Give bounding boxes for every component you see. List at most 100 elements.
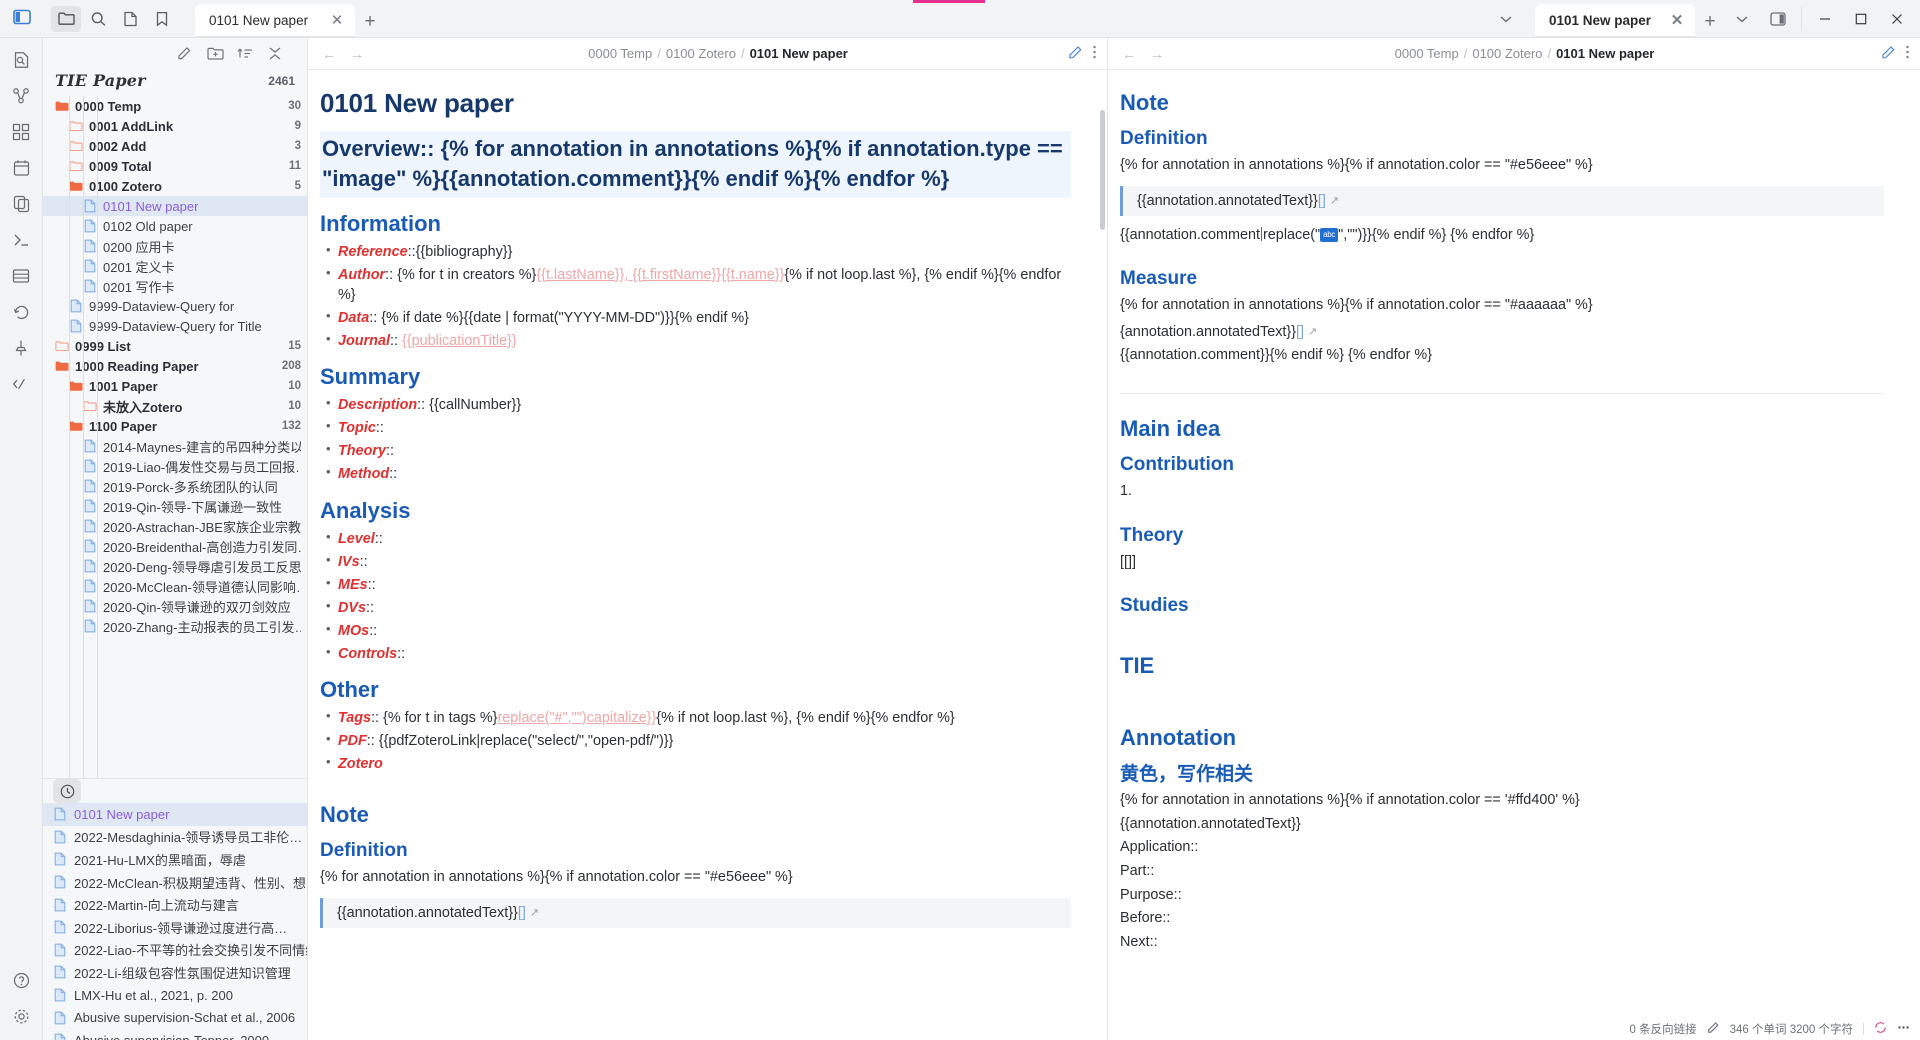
section-list-item[interactable]: Zotero (320, 753, 1071, 774)
section-list-item[interactable]: IVs:: (320, 551, 1071, 572)
section-list-item[interactable]: Level:: (320, 528, 1071, 549)
back-button[interactable]: ← (318, 43, 340, 65)
section-list-item[interactable]: MOs:: (320, 620, 1071, 641)
section-list-item[interactable]: Method:: (320, 463, 1071, 484)
minimize-button[interactable] (1808, 4, 1842, 34)
forward-button[interactable]: → (346, 43, 368, 65)
breadcrumb-part-0[interactable]: 0000 Temp (1395, 46, 1459, 61)
external-link-icon[interactable]: ↗ (530, 907, 539, 919)
file-icon-button[interactable] (115, 6, 145, 32)
more-options-icon[interactable] (1905, 44, 1910, 63)
new-folder-icon[interactable] (205, 43, 225, 63)
recent-list-item[interactable]: 2022-McClean-积极期望违背、性别、想… (43, 871, 307, 894)
more-options-icon[interactable] (1092, 44, 1097, 63)
section-list-item[interactable]: Theory:: (320, 440, 1071, 461)
section-list-item[interactable]: Journal:: {{publicationTitle}} (320, 330, 1071, 351)
folder-open-icon (69, 419, 83, 433)
quick-switcher-icon[interactable] (5, 44, 37, 76)
terminal-icon[interactable] (5, 224, 37, 256)
maximize-button[interactable] (1844, 4, 1878, 34)
new-tab-button[interactable]: + (355, 7, 385, 37)
pin-icon[interactable] (5, 332, 37, 364)
section-list-item[interactable]: Controls:: (320, 643, 1071, 664)
recent-list-item[interactable]: 2022-Liao-不平等的社会交换引发不同情绪 (43, 939, 307, 962)
pencil-icon[interactable] (1707, 1021, 1720, 1037)
forward-button[interactable]: → (1146, 43, 1168, 65)
recent-list-item[interactable]: 2021-Hu-LMX的黑暗面，辱虐 (43, 848, 307, 871)
tree-item-label: 0201 定义卡 (103, 259, 175, 275)
close-icon[interactable]: ✕ (1669, 13, 1685, 28)
close-icon[interactable]: ✕ (329, 13, 345, 28)
history-icon[interactable] (5, 296, 37, 328)
section-list-item[interactable]: Reference::{{bibliography}} (320, 241, 1071, 262)
sort-icon[interactable] (235, 43, 255, 63)
recent-list-item[interactable]: LMX-Hu et al., 2021, p. 200 (43, 984, 307, 1007)
copy-icon[interactable] (5, 188, 37, 220)
help-icon[interactable] (5, 964, 37, 996)
edit-icon[interactable] (1881, 44, 1897, 63)
section-list-item[interactable]: DVs:: (320, 597, 1071, 618)
recent-list-item[interactable]: 2022-Mesdaghinia-领导诱导员工非伦… (43, 826, 307, 849)
sidebar-toggle-button[interactable] (0, 0, 43, 37)
center-document[interactable]: 0101 New paper Overview:: {% for annotat… (308, 70, 1107, 1040)
sync-icon[interactable] (1874, 1021, 1887, 1037)
recent-item-label: 2022-Liborius-领导谦逊过度进行高… (74, 920, 288, 936)
folder-open-icon (69, 379, 83, 393)
folder-icon (57, 11, 75, 26)
code-percent-icon[interactable] (5, 368, 37, 400)
new-tab-button[interactable]: + (1695, 7, 1725, 37)
section-list-item[interactable]: Data:: {% if date %}{{date | format("YYY… (320, 307, 1071, 328)
section-list-item[interactable]: MEs:: (320, 574, 1071, 595)
tree-item-count: 5 (294, 180, 301, 192)
folder-icon-button[interactable] (51, 5, 81, 32)
right-document[interactable]: Note Definition {% for annotation in ann… (1108, 70, 1920, 1040)
split-right-icon[interactable] (1761, 4, 1795, 34)
breadcrumb-part-1[interactable]: 0100 Zotero (666, 46, 736, 61)
recent-list-item[interactable]: Abusive supervision-Schat et al., 2006 (43, 1006, 307, 1029)
clock-icon[interactable] (53, 779, 81, 803)
close-button[interactable] (1880, 4, 1914, 34)
template-link[interactable]: replace("#","")capitalize}} (497, 710, 656, 726)
field-key: MEs (338, 576, 368, 593)
backlinks-count[interactable]: 0 条反向链接 (1630, 1021, 1697, 1037)
table-icon[interactable] (5, 260, 37, 292)
canvas-icon[interactable] (5, 116, 37, 148)
calendar-icon[interactable] (5, 152, 37, 184)
chevron-down-icon[interactable] (1489, 4, 1523, 34)
ellipsis-icon[interactable] (1897, 1021, 1910, 1037)
recent-list-item[interactable]: Abusive supervision-Tepper, 2000 (43, 1029, 307, 1040)
contribution-heading: Contribution (1120, 454, 1234, 476)
breadcrumb-part-1[interactable]: 0100 Zotero (1472, 46, 1542, 61)
chevron-down-icon[interactable] (1725, 4, 1759, 34)
tab-right-0101-new-paper[interactable]: 0101 New paper ✕ (1535, 4, 1695, 37)
vault-header[interactable]: TIE Paper 2461 (43, 68, 307, 96)
top-toolbar-icons (43, 0, 185, 37)
external-link-icon[interactable]: ↗ (1330, 195, 1339, 207)
section-list-item[interactable]: Description:: {{callNumber}} (320, 394, 1071, 415)
recent-list-item[interactable]: 2022-Martin-向上流动与建言 (43, 893, 307, 916)
template-link[interactable]: {{t.lastName}}, {{t.firstName}}{{t.name}… (536, 267, 784, 283)
section-list-item[interactable]: Topic:: (320, 417, 1071, 438)
studies-heading: Studies (1120, 595, 1189, 617)
app-body: TIE Paper 2461 0000 Temp 30 0001 AddLink 9 0… (0, 38, 1920, 1040)
center-scrollbar[interactable] (1100, 110, 1105, 230)
section-list-item[interactable]: Tags:: {% for t in tags %}replace("#",""… (320, 707, 1071, 728)
search-icon-button[interactable] (83, 6, 113, 32)
recent-item-label: 2022-Mesdaghinia-领导诱导员工非伦… (74, 830, 303, 846)
external-link-icon[interactable]: ↗ (1308, 326, 1317, 338)
recent-list-item[interactable]: 2022-Li-组级包容性氛围促进知识管理 (43, 961, 307, 984)
section-list-item[interactable]: PDF:: {{pdfZoteroLink|replace("select/",… (320, 730, 1071, 751)
recent-list-item[interactable]: 0101 New paper (43, 803, 307, 826)
settings-gear-icon[interactable] (5, 1000, 37, 1032)
collapse-icon[interactable] (265, 43, 285, 63)
recent-list-item[interactable]: 2022-Liborius-领导谦逊过度进行高… (43, 916, 307, 939)
edit-icon[interactable] (1068, 44, 1084, 63)
bookmark-icon-button[interactable] (147, 6, 177, 32)
back-button[interactable]: ← (1118, 43, 1140, 65)
new-note-icon[interactable] (175, 43, 195, 63)
section-list-item[interactable]: Author:: {% for t in creators %}{{t.last… (320, 264, 1071, 306)
graph-view-icon[interactable] (5, 80, 37, 112)
tab-center-0101-new-paper[interactable]: 0101 New paper ✕ (195, 4, 355, 37)
template-link[interactable]: {{publicationTitle}} (402, 333, 517, 349)
breadcrumb-part-0[interactable]: 0000 Temp (588, 46, 652, 61)
